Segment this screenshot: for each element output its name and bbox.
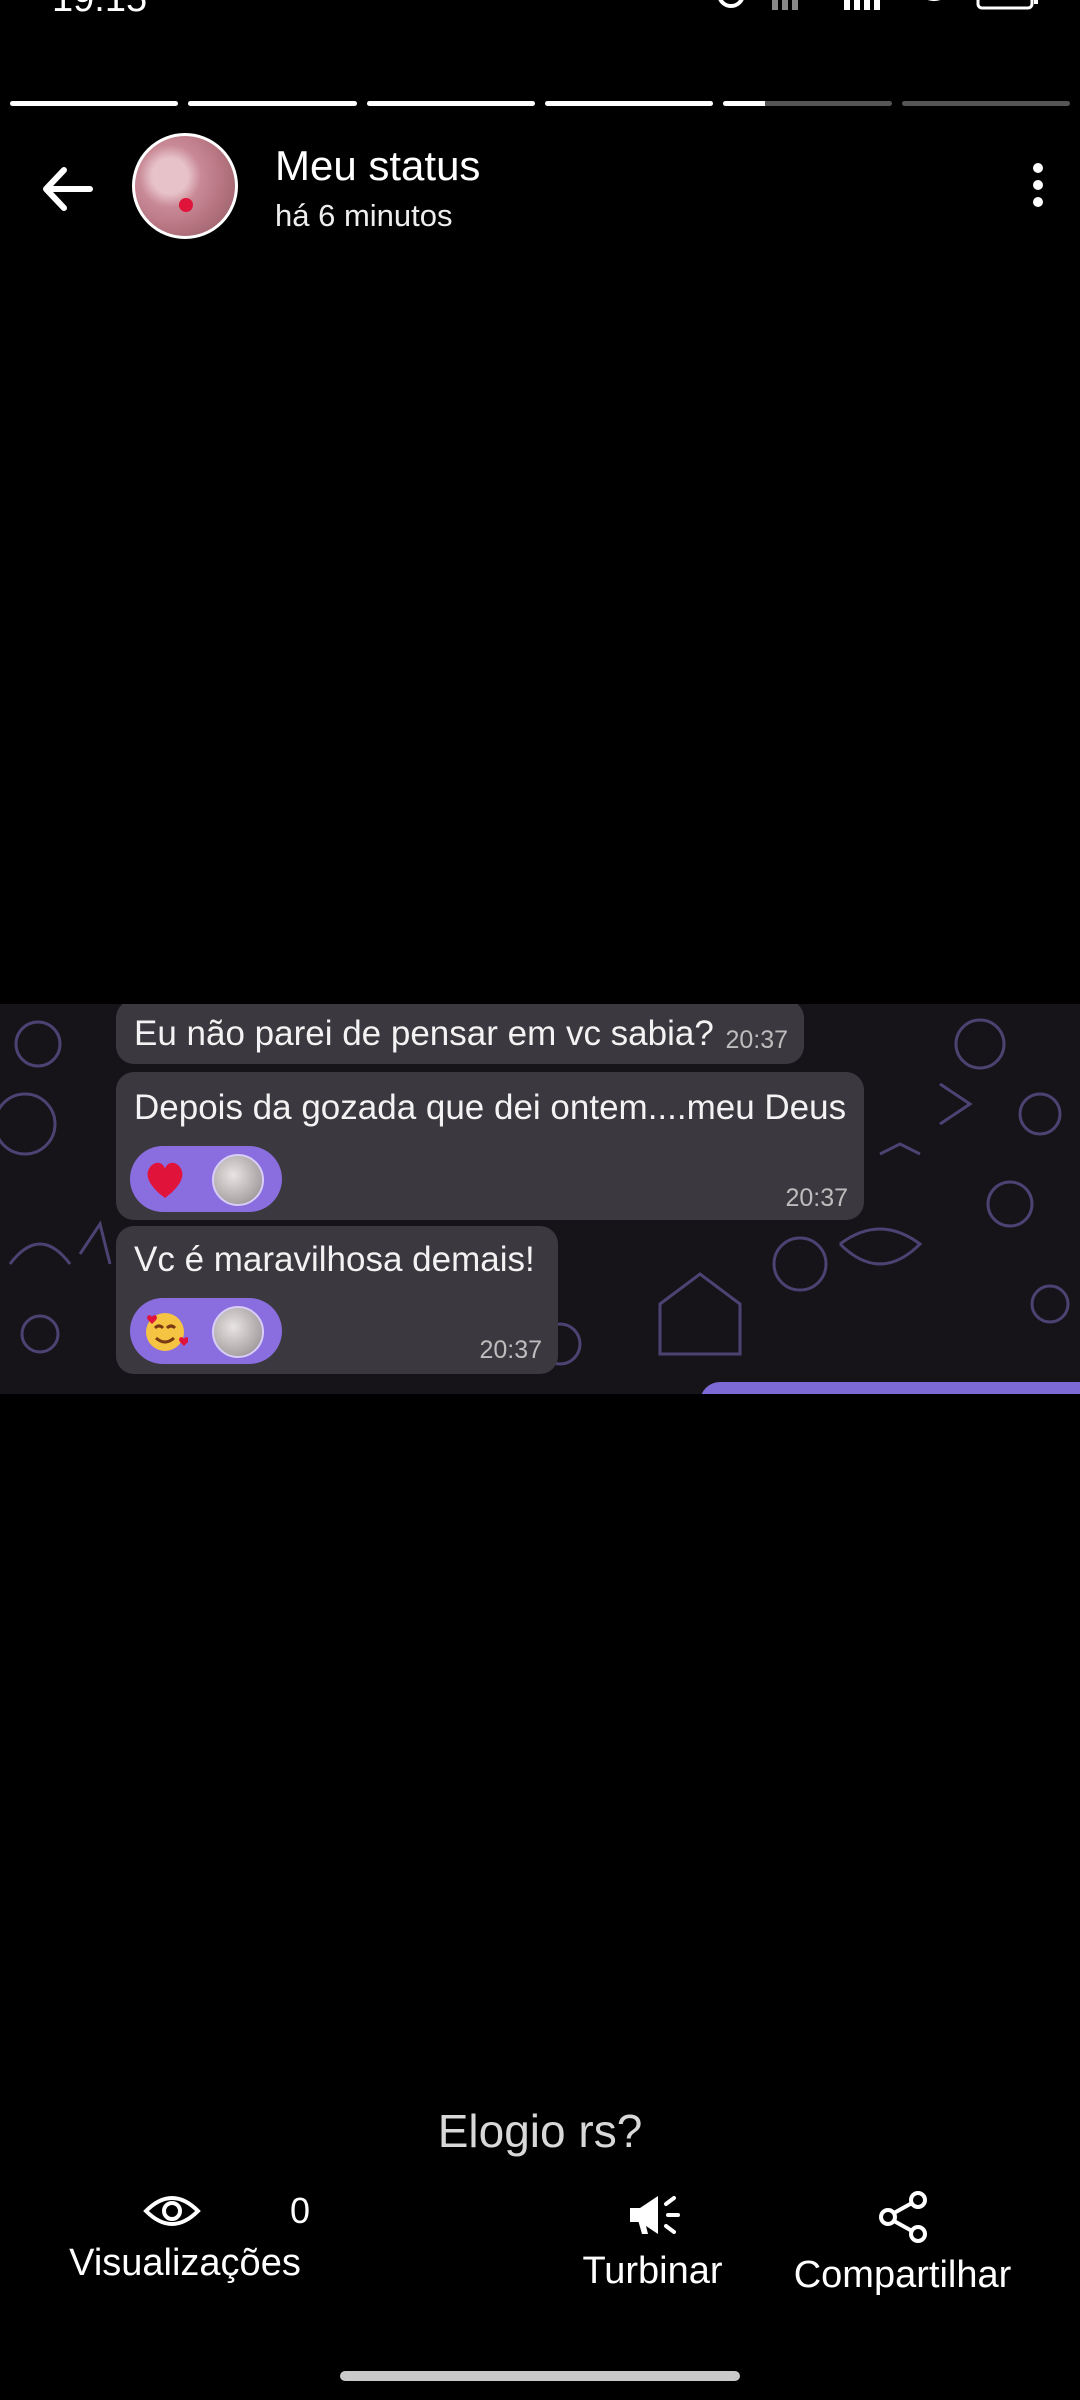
status-caption: Elogio rs? — [437, 2105, 643, 2157]
message-reaction — [130, 1146, 282, 1212]
story-progress-segment — [10, 101, 179, 106]
views-button[interactable]: 0 Visualizações — [60, 2190, 310, 2285]
story-progress-segment — [723, 101, 892, 106]
status-icons — [714, 0, 1040, 10]
message-bubble: Vc é maravilhosa demais! 20:37 — [116, 1226, 558, 1374]
boost-button[interactable]: Turbinar — [570, 2190, 735, 2293]
back-arrow-icon[interactable] — [32, 154, 102, 224]
story-progress-fill — [366, 101, 535, 106]
story-progress-fill — [188, 101, 357, 106]
signal-strength-icon — [844, 0, 880, 10]
share-button[interactable]: Compartilhar — [780, 2190, 1025, 2297]
avatar[interactable] — [132, 133, 238, 239]
megaphone-icon — [629, 2196, 680, 2234]
red-heart-icon — [147, 1162, 183, 1198]
message-time: 20:37 — [479, 1336, 542, 1364]
message-bubble: Eu não parei de pensar em vc sabia? 20:3… — [116, 1004, 804, 1064]
story-progress-fill — [10, 101, 179, 106]
alarm-icon — [718, 0, 744, 8]
message-time: 20:37 — [785, 1184, 848, 1212]
more-options-icon[interactable] — [1018, 160, 1058, 220]
home-indicator[interactable] — [340, 2371, 740, 2381]
share-icon — [878, 2191, 927, 2243]
chat-screenshot-image: Eu não parei de pensar em vc sabia? 20:3… — [0, 1004, 1080, 1394]
share-label: Compartilhar — [793, 2254, 1012, 2296]
message-time: 20:37 — [725, 1026, 788, 1054]
boost-label: Turbinar — [582, 2250, 723, 2292]
message-text: Eu não parei de pensar em vc sabia? — [134, 1014, 714, 1053]
story-progress-segment — [901, 101, 1070, 106]
smiling-face-with-hearts-icon — [146, 1313, 188, 1351]
outgoing-bubble-edge — [700, 1382, 1080, 1394]
message-reaction — [130, 1298, 282, 1364]
eye-icon — [143, 2196, 201, 2226]
reaction-avatar — [212, 1154, 264, 1206]
wifi-icon — [927, 0, 941, 1]
avatar-heart — [179, 198, 193, 212]
story-progress-segment — [188, 101, 357, 106]
message-text: Depois da gozada que dei ontem....meu De… — [134, 1088, 847, 1127]
story-progress-segment — [366, 101, 535, 106]
views-label: Visualizações — [69, 2242, 301, 2284]
story-progress-fill — [544, 101, 714, 106]
status-timestamp: há 6 minutos — [275, 198, 453, 233]
status-bar: 19:15 — [0, 0, 1080, 30]
clock: 19:15 — [52, 0, 147, 21]
views-count: 0 — [289, 2190, 310, 2231]
story-progress-bar — [10, 101, 1070, 107]
signal-icon — [772, 0, 798, 10]
story-progress-fill — [723, 101, 766, 106]
story-progress-segment — [544, 101, 714, 106]
page-title: Meu status — [275, 142, 481, 189]
reaction-avatar — [212, 1306, 264, 1358]
message-bubble: Depois da gozada que dei ontem....meu De… — [116, 1072, 864, 1220]
battery-icon — [976, 0, 1038, 10]
message-text: Vc é maravilhosa demais! — [134, 1240, 535, 1279]
status-header: Meu status há 6 minutos — [0, 130, 1080, 246]
